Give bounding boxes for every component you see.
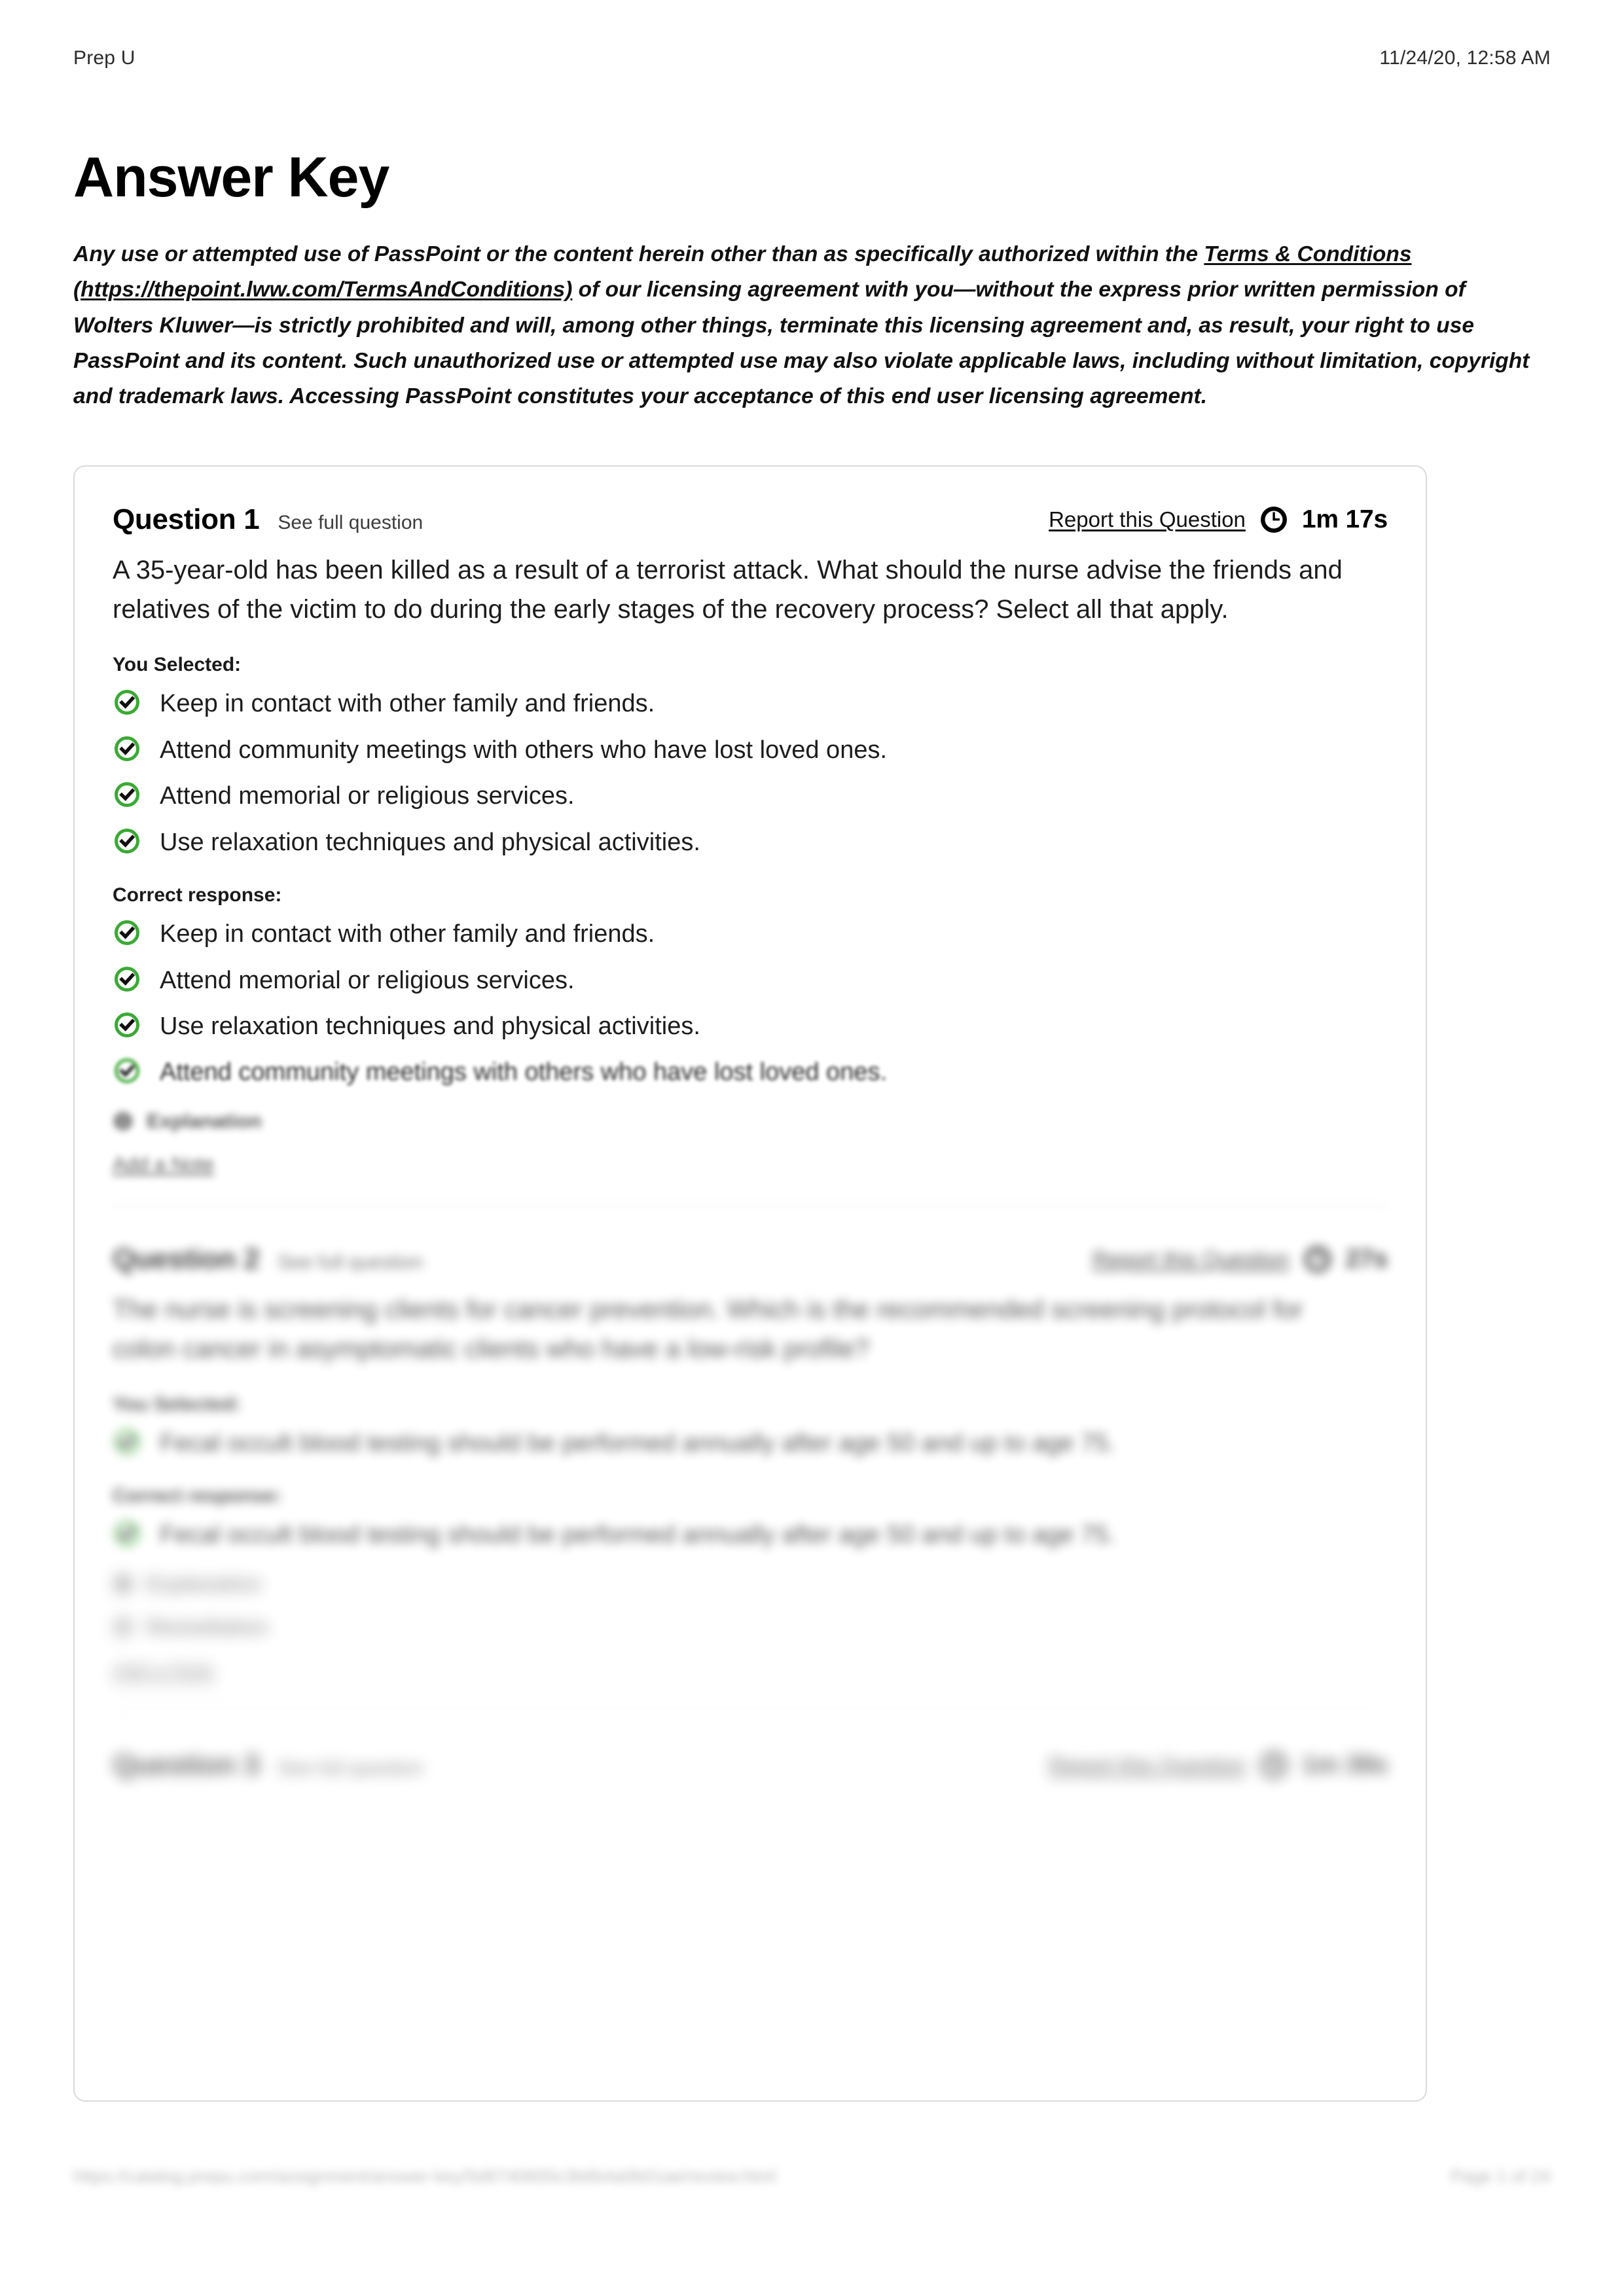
question-text: The nurse is screening clients for cance… bbox=[113, 1295, 1303, 1363]
option-text: Attend memorial or religious services. bbox=[160, 966, 575, 994]
clock-icon bbox=[1304, 1246, 1331, 1273]
option-text: Fecal occult blood testing should be per… bbox=[160, 1429, 1115, 1457]
selected-options-list: Keep in contact with other family and fr… bbox=[113, 687, 1388, 859]
answer-card: Question 1 See full question Report this… bbox=[73, 465, 1427, 2102]
print-timestamp: 11/24/20, 12:58 AM bbox=[1379, 47, 1551, 69]
report-question-link[interactable]: Report this Question bbox=[1049, 507, 1246, 532]
see-full-question-link[interactable]: See full question bbox=[278, 512, 423, 534]
list-item: Use relaxation techniques and physical a… bbox=[113, 1009, 1388, 1043]
report-question-link[interactable]: Report this Question bbox=[1049, 1753, 1246, 1778]
list-item: Fecal occult blood testing should be per… bbox=[113, 1426, 1388, 1460]
option-text: Keep in contact with other family and fr… bbox=[160, 690, 655, 718]
option-text: Keep in contact with other family and fr… bbox=[160, 920, 655, 948]
question-block: Question 1 See full question Report this… bbox=[75, 467, 1426, 1206]
question-number: Question 1 bbox=[113, 503, 260, 536]
see-full-question-link[interactable]: See full question bbox=[278, 1757, 423, 1780]
explanation-label: Explanation bbox=[147, 1109, 262, 1132]
list-item: Fecal occult blood testing should be per… bbox=[113, 1518, 1388, 1552]
footer-page-number: Page 1 of 24 bbox=[1450, 2166, 1551, 2186]
info-icon bbox=[113, 1573, 134, 1594]
check-circle-icon bbox=[114, 828, 140, 854]
check-circle-icon bbox=[114, 1058, 140, 1084]
remediation-label: Remediation bbox=[147, 1615, 269, 1638]
option-text: Attend community meetings with others wh… bbox=[160, 736, 888, 764]
list-item: Keep in contact with other family and fr… bbox=[113, 917, 1388, 951]
legal-notice: Any use or attempted use of PassPoint or… bbox=[73, 237, 1540, 414]
check-circle-icon bbox=[114, 736, 140, 762]
check-circle-icon bbox=[114, 689, 140, 715]
explanation-row[interactable]: Explanation bbox=[113, 1572, 1388, 1596]
correct-response-label: Correct response: bbox=[113, 1485, 282, 1507]
option-text: Attend community meetings with others wh… bbox=[160, 1058, 888, 1086]
clock-icon bbox=[1260, 506, 1288, 533]
clock-icon bbox=[1260, 1751, 1288, 1779]
option-text: Attend memorial or religious services. bbox=[160, 782, 575, 810]
book-icon bbox=[113, 1617, 134, 1638]
question-time: 1m 39s bbox=[1301, 1750, 1388, 1779]
question-header: Question 2 See full question Report this… bbox=[113, 1243, 1388, 1276]
check-circle-icon bbox=[114, 1429, 140, 1455]
check-circle-icon bbox=[114, 1520, 140, 1547]
app-name: Prep U bbox=[73, 47, 135, 69]
correct-options-list: Fecal occult blood testing should be per… bbox=[113, 1518, 1388, 1552]
list-item: Use relaxation techniques and physical a… bbox=[113, 825, 1388, 859]
document-header: Prep U 11/24/20, 12:58 AM bbox=[73, 0, 1551, 69]
correct-options-list: Keep in contact with other family and fr… bbox=[113, 917, 1388, 1090]
check-circle-icon bbox=[114, 781, 140, 808]
report-question-link[interactable]: Report this Question bbox=[1092, 1247, 1290, 1272]
option-text: Use relaxation techniques and physical a… bbox=[160, 828, 700, 856]
question-text: A 35-year-old has been killed as a resul… bbox=[113, 556, 1343, 624]
question-time: 27s bbox=[1345, 1244, 1388, 1273]
page-title: Answer Key bbox=[73, 146, 389, 209]
list-item: Attend community meetings with others wh… bbox=[113, 1055, 1388, 1089]
correct-response-label: Correct response: bbox=[113, 884, 282, 906]
add-note-link[interactable]: Add a Note bbox=[113, 1153, 1388, 1176]
you-selected-label: You Selected: bbox=[113, 1393, 242, 1415]
list-item: Keep in contact with other family and fr… bbox=[113, 687, 1388, 721]
question-block: Question 3 See full question Report this… bbox=[75, 1712, 1426, 1782]
question-block: Question 2 See full question Report this… bbox=[75, 1206, 1426, 1712]
info-icon bbox=[113, 1111, 134, 1132]
footer-url: https://catalog.prepu.com/assignment/ans… bbox=[73, 2166, 776, 2186]
answer-key-page: Prep U 11/24/20, 12:58 AM Answer Key Any… bbox=[0, 0, 1624, 2296]
selected-options-list: Fecal occult blood testing should be per… bbox=[113, 1426, 1388, 1460]
list-item: Attend memorial or religious services. bbox=[113, 963, 1388, 997]
explanation-label: Explanation bbox=[147, 1571, 262, 1595]
list-item: Attend community meetings with others wh… bbox=[113, 733, 1388, 767]
legal-text-part1: Any use or attempted use of PassPoint or… bbox=[73, 242, 1204, 266]
explanation-row[interactable]: Explanation bbox=[113, 1109, 1388, 1133]
check-circle-icon bbox=[114, 920, 140, 946]
question-number: Question 2 bbox=[113, 1242, 260, 1275]
question-header: Question 1 See full question Report this… bbox=[113, 503, 1388, 536]
check-circle-icon bbox=[114, 1012, 140, 1038]
you-selected-label: You Selected: bbox=[113, 654, 242, 676]
question-time: 1m 17s bbox=[1301, 505, 1388, 534]
document-footer: https://catalog.prepu.com/assignment/ans… bbox=[73, 2166, 1551, 2187]
list-item: Attend memorial or religious services. bbox=[113, 779, 1388, 813]
add-note-link[interactable]: Add a Note bbox=[113, 1659, 1388, 1682]
remediation-row[interactable]: Remediation bbox=[113, 1615, 1388, 1639]
question-header: Question 3 See full question Report this… bbox=[113, 1749, 1388, 1782]
option-text: Fecal occult blood testing should be per… bbox=[160, 1521, 1115, 1549]
option-text: Use relaxation techniques and physical a… bbox=[160, 1012, 700, 1040]
see-full-question-link[interactable]: See full question bbox=[278, 1251, 423, 1274]
check-circle-icon bbox=[114, 966, 140, 992]
question-number: Question 3 bbox=[113, 1748, 260, 1781]
